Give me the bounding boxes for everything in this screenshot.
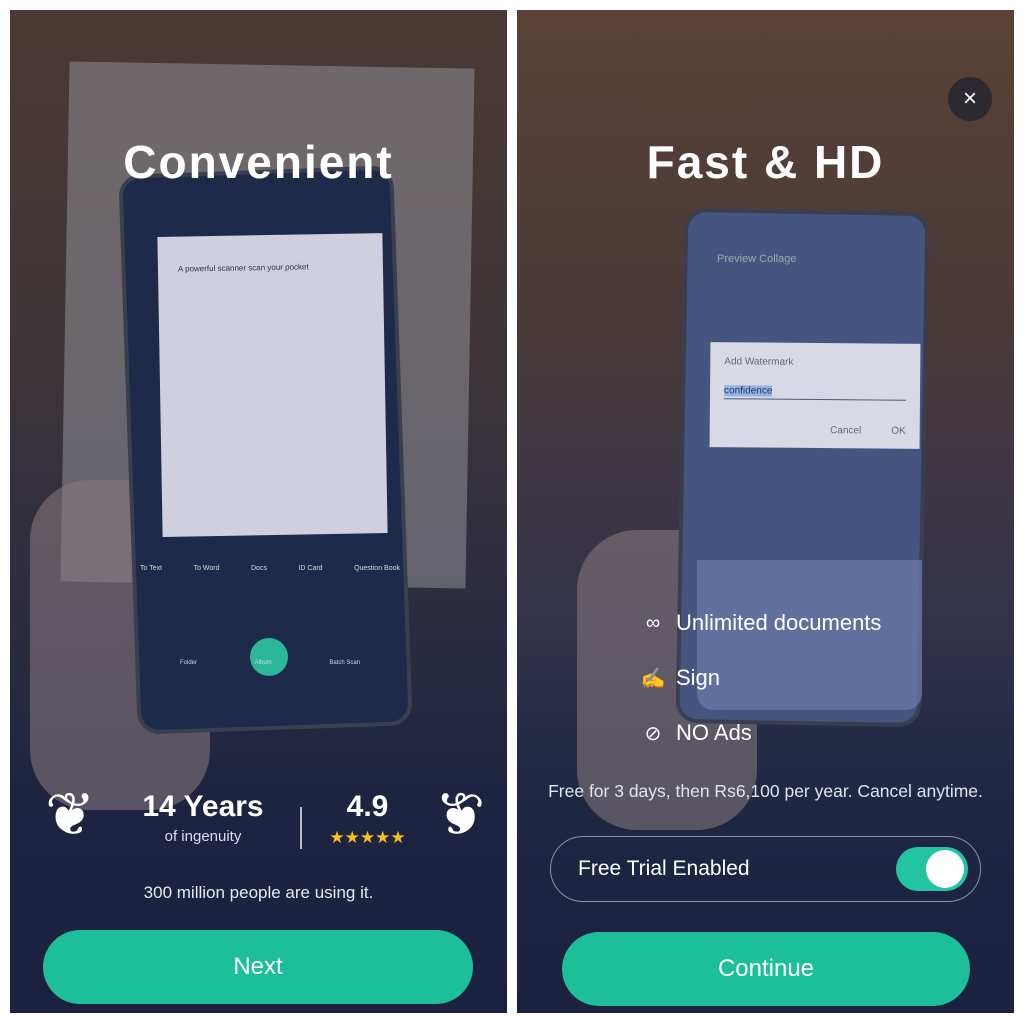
laurel-right-icon: ❦ — [435, 781, 486, 848]
star-rating-icon: ★★★★★ — [329, 828, 406, 847]
years-value: 14 Years — [142, 790, 264, 823]
no-ads-icon: ⊘ — [644, 722, 662, 745]
phone-shutter-photo — [250, 638, 288, 676]
feature-label: Sign — [676, 665, 721, 690]
next-button[interactable]: Next — [43, 930, 473, 1004]
feature-label: Unlimited documents — [676, 610, 882, 635]
phone-mode-tabs: To Text To Word Docs ID Card Question Bo… — [140, 565, 400, 572]
signature-icon: ✍ — [640, 667, 666, 690]
phone-header: Preview Collage — [717, 253, 797, 265]
laurel-left-icon: ❦ — [45, 781, 96, 848]
feature-sign: ✍ Sign — [640, 665, 721, 691]
phone-tab: To Text — [140, 565, 163, 572]
stats-divider — [300, 807, 302, 849]
phone-tab: To Word — [193, 565, 220, 572]
onboarding-screen-fast-hd: Preview Collage Add Watermark confidence… — [517, 10, 1014, 1013]
free-trial-toggle[interactable] — [896, 847, 968, 891]
watermark-dialog-photo: Add Watermark confidence Cancel OK — [709, 342, 921, 449]
close-button[interactable]: × — [948, 77, 992, 121]
years-stat: 14 Years of ingenuity — [118, 790, 288, 845]
page-title: Convenient — [123, 136, 394, 188]
dialog-title: Add Watermark — [724, 356, 794, 368]
continue-button[interactable]: Continue — [562, 932, 970, 1006]
phone-tab: Docs — [251, 565, 267, 572]
dialog-cancel: Cancel — [830, 425, 862, 437]
infinity-icon: ∞ — [645, 611, 661, 634]
phone-tool: Folder — [180, 660, 198, 666]
feature-no-ads: ⊘ NO Ads — [640, 720, 752, 746]
onboarding-screen-convenient: A powerful scanner scan your pocket To T… — [10, 10, 507, 1013]
rating-stat: 4.9 ★★★★★ — [315, 790, 420, 848]
phone-tool: Album — [254, 660, 272, 666]
dialog-ok: OK — [891, 425, 906, 437]
toggle-knob — [926, 850, 964, 888]
scanned-document-photo: A powerful scanner scan your pocket — [157, 233, 388, 537]
phone-tab: ID Card — [298, 565, 323, 572]
feature-unlimited: ∞ Unlimited documents — [640, 610, 882, 636]
free-trial-label: Free Trial Enabled — [578, 857, 750, 880]
feature-label: NO Ads — [676, 720, 752, 745]
doc-heading: A powerful scanner scan your pocket — [177, 262, 309, 274]
phone-tab: Question Book — [354, 565, 400, 572]
pricing-terms: Free for 3 days, then Rs6,100 per year. … — [548, 781, 983, 801]
users-text: 300 million people are using it. — [143, 883, 374, 902]
years-caption: of ingenuity — [164, 828, 242, 845]
close-icon: × — [962, 85, 977, 112]
phone-tool: Batch Scan — [329, 660, 360, 666]
page-title: Fast & HD — [646, 136, 885, 188]
free-trial-row[interactable]: Free Trial Enabled — [550, 836, 981, 902]
dialog-value: confidence — [723, 385, 773, 397]
phone-tools: Folder Album Batch Scan — [180, 660, 360, 666]
rating-value: 4.9 — [346, 790, 389, 823]
